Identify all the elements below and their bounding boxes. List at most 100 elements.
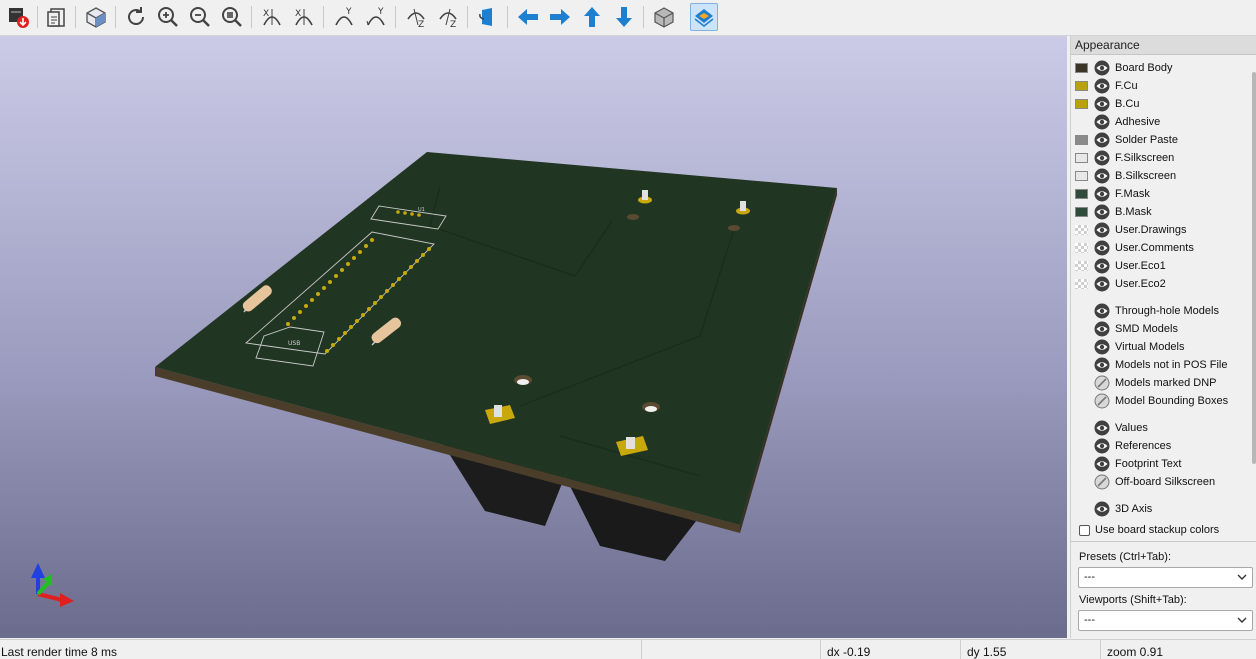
appearance-row[interactable]: Model Bounding Boxes: [1075, 392, 1228, 410]
zoom-out-button[interactable]: [186, 3, 214, 31]
appearance-row[interactable]: User.Eco2: [1075, 275, 1166, 293]
appearance-row-label: B.Mask: [1115, 206, 1152, 218]
orthographic-toggle-button[interactable]: [650, 3, 678, 31]
appearance-row[interactable]: Solder Paste: [1075, 131, 1178, 149]
rotate-z-ccw-icon: Z: [439, 8, 457, 29]
panel-scrollbar[interactable]: [1252, 72, 1256, 464]
rotate-z-cw-button[interactable]: Z: [402, 3, 430, 31]
presets-label: Presets (Ctrl+Tab):: [1079, 551, 1171, 563]
appearance-row[interactable]: SMD Models: [1075, 320, 1178, 338]
svg-text:Y: Y: [345, 7, 352, 17]
zoom-fit-icon: [222, 7, 242, 27]
appearance-row-label: Model Bounding Boxes: [1115, 395, 1229, 407]
appearance-row[interactable]: 3D Axis: [1075, 500, 1152, 518]
stackup-colors-checkbox[interactable]: [1079, 524, 1090, 536]
color-swatch[interactable]: [1075, 279, 1088, 289]
move-down-button[interactable]: [610, 3, 638, 31]
eye-icon: [1094, 168, 1110, 184]
rotate-y-ccw-button[interactable]: Y: [362, 3, 390, 31]
appearance-row-label: Off-board Silkscreen: [1115, 476, 1216, 488]
appearance-row[interactable]: Models not in POS File: [1075, 356, 1228, 374]
rotate-x-cw-button[interactable]: X: [258, 3, 286, 31]
appearance-row[interactable]: F.Mask: [1075, 185, 1150, 203]
appearance-row[interactable]: B.Silkscreen: [1075, 167, 1176, 185]
viewports-select[interactable]: ---: [1078, 610, 1253, 631]
appearance-row[interactable]: User.Drawings: [1075, 221, 1187, 239]
rotate-z-ccw-button[interactable]: Z: [434, 3, 462, 31]
rotate-y-cw-button[interactable]: Y: [330, 3, 358, 31]
eye-icon: [1094, 78, 1110, 94]
color-swatch[interactable]: [1075, 207, 1088, 217]
panel-title: Appearance: [1071, 36, 1256, 55]
layers-icon: [694, 9, 714, 27]
3d-viewport[interactable]: U1 USB: [0, 36, 1067, 638]
render-raytraced-button[interactable]: [4, 3, 32, 31]
appearance-row[interactable]: User.Comments: [1075, 239, 1194, 257]
stackup-colors-option[interactable]: Use board stackup colors: [1079, 524, 1219, 536]
board-setup-button[interactable]: [82, 3, 110, 31]
appearance-row-label: References: [1115, 440, 1172, 452]
arrow-right-icon: [550, 9, 570, 25]
appearance-row[interactable]: Models marked DNP: [1075, 374, 1216, 392]
color-swatch[interactable]: [1075, 225, 1088, 235]
color-swatch[interactable]: [1075, 63, 1088, 73]
color-swatch[interactable]: [1075, 153, 1088, 163]
color-swatch[interactable]: [1075, 81, 1088, 91]
zoom-in-button[interactable]: [154, 3, 182, 31]
appearance-row[interactable]: Virtual Models: [1075, 338, 1185, 356]
reload-button[interactable]: [122, 3, 150, 31]
appearance-row[interactable]: User.Eco1: [1075, 257, 1166, 275]
move-up-button[interactable]: [578, 3, 606, 31]
eye-icon: [1094, 258, 1110, 274]
eye-icon: [1094, 240, 1110, 256]
layers-manager-toggle-button[interactable]: [690, 3, 718, 31]
dx-readout: dx -0.19: [827, 645, 871, 659]
eye-icon: [1094, 186, 1110, 202]
flip-board-icon: [479, 8, 492, 26]
appearance-row[interactable]: B.Cu: [1075, 95, 1139, 113]
appearance-row[interactable]: F.Silkscreen: [1075, 149, 1174, 167]
svg-text:Y: Y: [377, 7, 384, 17]
appearance-row-label: Models not in POS File: [1115, 359, 1228, 371]
copy-image-button[interactable]: [43, 3, 71, 31]
appearance-row[interactable]: B.Mask: [1075, 203, 1152, 221]
zoom-out-icon: [190, 7, 210, 27]
eye-icon: [1094, 321, 1110, 337]
color-swatch[interactable]: [1075, 261, 1088, 271]
appearance-row-label: B.Cu: [1115, 98, 1140, 110]
appearance-row[interactable]: Board Body: [1075, 59, 1172, 77]
color-swatch[interactable]: [1075, 171, 1088, 181]
chevron-down-icon: [1237, 617, 1247, 623]
move-left-button[interactable]: [514, 3, 542, 31]
appearance-row[interactable]: Footprint Text: [1075, 455, 1181, 473]
appearance-row-label: User.Comments: [1115, 242, 1194, 254]
eye-icon: [1094, 222, 1110, 238]
zoom-fit-button[interactable]: [218, 3, 246, 31]
appearance-row-label: Footprint Text: [1115, 458, 1182, 470]
appearance-row[interactable]: References: [1075, 437, 1171, 455]
appearance-row[interactable]: F.Cu: [1075, 77, 1138, 95]
color-swatch[interactable]: [1075, 99, 1088, 109]
eye-icon: [1094, 96, 1110, 112]
rotate-x-ccw-icon: X: [295, 9, 313, 26]
appearance-row[interactable]: Through-hole Models: [1075, 302, 1219, 320]
color-swatch[interactable]: [1075, 243, 1088, 253]
chevron-down-icon: [1237, 574, 1247, 580]
color-swatch[interactable]: [1075, 135, 1088, 145]
move-right-button[interactable]: [546, 3, 574, 31]
rotate-x-ccw-button[interactable]: X: [290, 3, 318, 31]
arrow-up-icon: [584, 7, 600, 27]
presets-select[interactable]: ---: [1078, 567, 1253, 588]
presets-value: ---: [1084, 571, 1095, 583]
eye-icon: [1094, 339, 1110, 355]
color-swatch[interactable]: [1075, 189, 1088, 199]
toolbar: X X Y Y Z Z: [0, 0, 1256, 36]
eye-icon: [1094, 456, 1110, 472]
flip-board-button[interactable]: [474, 3, 502, 31]
appearance-row[interactable]: Values: [1075, 419, 1148, 437]
appearance-row[interactable]: Off-board Silkscreen: [1075, 473, 1215, 491]
appearance-row[interactable]: Adhesive: [1075, 113, 1160, 131]
clipboard-icon: [47, 8, 65, 27]
appearance-row-label: User.Eco1: [1115, 260, 1166, 272]
appearance-row-label: Solder Paste: [1115, 134, 1178, 146]
